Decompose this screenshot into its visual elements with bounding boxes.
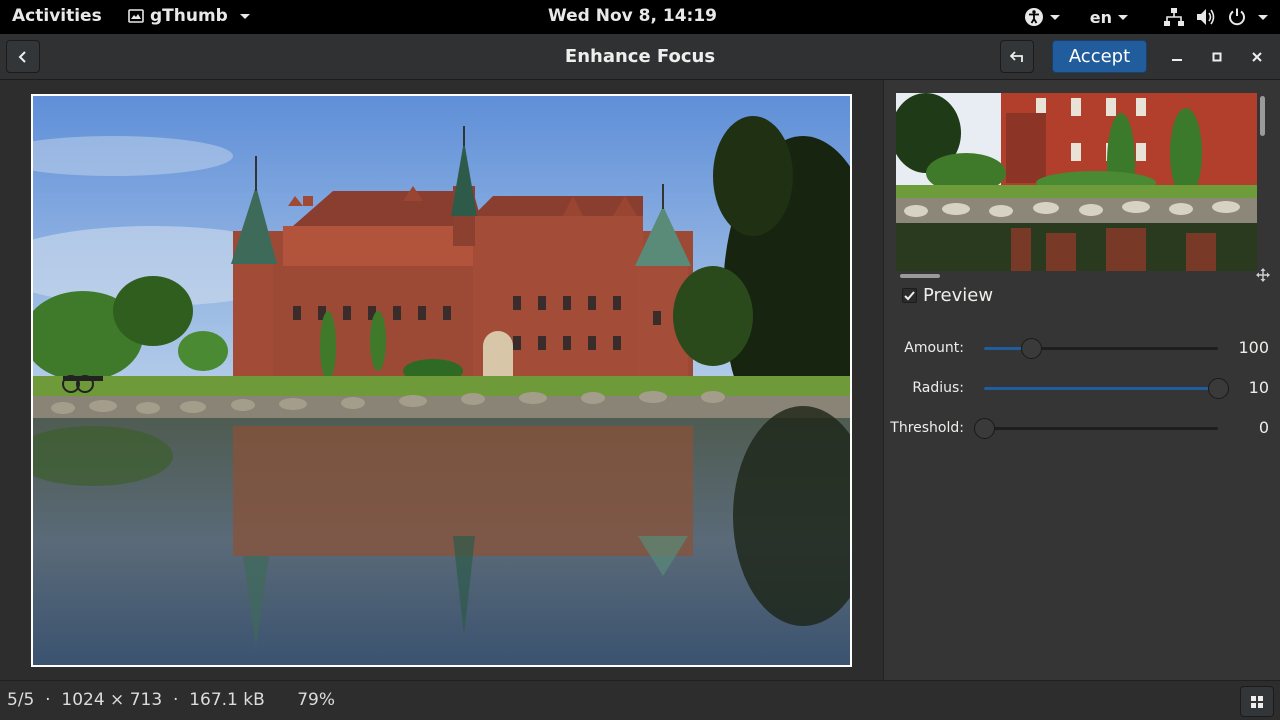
app-icon [128, 9, 144, 23]
language-label: en [1089, 7, 1112, 27]
maximize-button[interactable] [1206, 46, 1228, 68]
power-icon [1229, 8, 1245, 26]
grid-icon [1251, 695, 1263, 708]
preview-horizontal-scrollbar[interactable] [900, 274, 940, 278]
radius-value: 10 [1248, 378, 1269, 397]
gnome-top-bar: Activities gThumb Wed Nov 8, 14:19 en [0, 0, 1280, 34]
chevron-down-icon [1258, 14, 1268, 20]
back-button[interactable] [6, 40, 40, 73]
accessibility-menu[interactable] [1024, 7, 1060, 27]
amount-value: 100 [1238, 338, 1269, 357]
amount-slider[interactable] [984, 338, 1218, 359]
clock[interactable]: Wed Nov 8, 14:19 [548, 6, 717, 26]
close-icon [1252, 52, 1262, 62]
close-button[interactable] [1246, 46, 1268, 68]
accessibility-icon [1024, 8, 1043, 26]
chevron-down-icon [239, 13, 250, 19]
activities-button[interactable]: Activities [12, 6, 102, 26]
preview-image [896, 93, 1257, 271]
amount-slider-row: Amount: 100 [884, 336, 1280, 360]
amount-label: Amount: [904, 340, 964, 356]
image-position: 5/5 [7, 690, 35, 710]
image-dimensions: 1024 × 713 [61, 690, 163, 710]
system-tray: en [1024, 4, 1268, 30]
threshold-slider-row: Threshold: 0 [884, 416, 1280, 440]
threshold-slider-handle[interactable] [974, 418, 995, 439]
undo-icon [1010, 50, 1023, 62]
chevron-down-icon [1118, 14, 1128, 20]
separator [178, 690, 189, 710]
maximize-icon [1212, 52, 1222, 62]
castle-photo[interactable] [31, 94, 852, 667]
threshold-slider[interactable] [974, 418, 1218, 439]
thumbnails-toggle-button[interactable] [1240, 686, 1274, 717]
preview-vertical-scrollbar[interactable] [1260, 96, 1265, 136]
accept-button[interactable]: Accept [1052, 40, 1147, 73]
language-menu[interactable]: en [1090, 8, 1128, 27]
amount-slider-handle[interactable] [1020, 338, 1042, 359]
radius-slider-fill [984, 387, 1218, 390]
radius-slider-row: Radius: 10 [884, 376, 1280, 400]
file-size: 167.1 kB [189, 690, 265, 710]
separator [162, 690, 173, 710]
threshold-label: Threshold: [890, 420, 964, 436]
move-icon[interactable] [1256, 268, 1270, 282]
checkbox-box[interactable] [902, 288, 917, 303]
radius-label: Radius: [912, 380, 964, 396]
volume-icon [1197, 9, 1215, 25]
radius-slider-handle[interactable] [1208, 378, 1229, 399]
minimize-button[interactable] [1166, 46, 1188, 68]
chevron-down-icon [1049, 14, 1060, 20]
separator [51, 690, 62, 710]
status-menu[interactable] [1164, 8, 1268, 26]
checkmark-icon [904, 290, 915, 300]
tool-sidebar: Preview Amount: 100 Radius: 10 Threshold… [883, 80, 1280, 680]
minimize-icon [1172, 59, 1182, 61]
network-icon [1164, 8, 1184, 26]
castle-image [33, 96, 850, 665]
preview-thumbnail[interactable] [896, 93, 1257, 271]
threshold-value: 0 [1258, 418, 1269, 437]
preview-checkbox[interactable]: Preview [902, 285, 993, 306]
app-menu-label: gThumb [150, 6, 228, 26]
back-arrow-icon [18, 50, 26, 63]
status-bar: 5/5 · 1024 × 713 · 167.1 kB 79% [0, 680, 1280, 720]
separator [34, 690, 45, 710]
image-viewer[interactable] [0, 80, 883, 680]
header-bar: Enhance Focus Accept [0, 34, 1280, 80]
undo-button[interactable] [1000, 40, 1034, 73]
preview-label: Preview [923, 285, 994, 306]
zoom-level: 79% [297, 690, 336, 710]
radius-slider[interactable] [984, 378, 1229, 399]
app-menu[interactable]: gThumb [128, 6, 250, 26]
